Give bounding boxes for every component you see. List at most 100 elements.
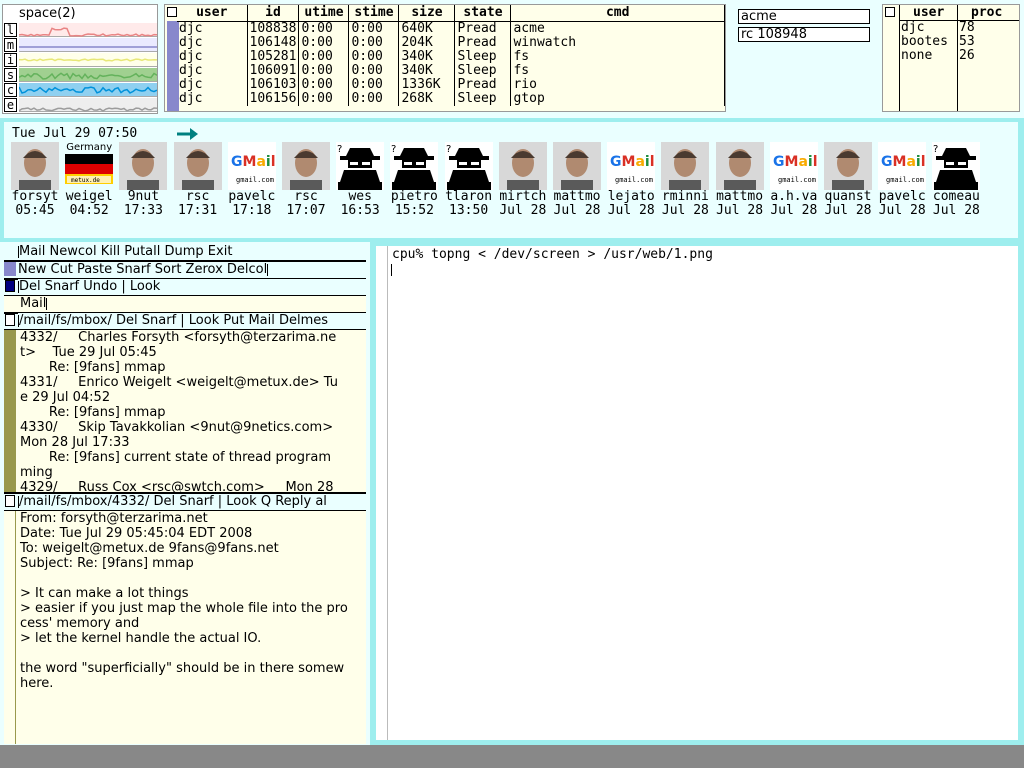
- acme-mbox-tag[interactable]: /mail/fs/mbox/ Del Snarf | Look Put Mail…: [18, 313, 366, 329]
- userproc-scroll-handle[interactable]: [885, 7, 895, 17]
- face-lejato[interactable]: GMail gmail.com lejato Jul 28: [604, 142, 658, 218]
- message-line[interactable]: > It can make a lot things: [20, 586, 348, 601]
- stats-label-s[interactable]: s: [4, 68, 17, 82]
- acme-msg-handle[interactable]: [5, 495, 15, 507]
- acme-win1-tag-text[interactable]: Del Snarf Undo | Look: [19, 279, 160, 294]
- message-line[interactable]: the word "superficially" should be in th…: [20, 661, 348, 676]
- message-line[interactable]: Date: Tue Jul 29 05:45:04 EDT 2008: [20, 526, 348, 541]
- acme-msg-body[interactable]: From: forsyth@terzarima.net Date: Tue Jul…: [4, 511, 366, 744]
- desktop-background: [0, 745, 1024, 768]
- mbox-line[interactable]: 4331/ Enrico Weigelt <weigelt@metux.de> …: [20, 375, 366, 390]
- face-name: rsc: [279, 190, 333, 204]
- ps-cell: 0:00: [349, 78, 399, 92]
- svg-text:metux.de: metux.de: [71, 177, 100, 184]
- svg-text:?: ?: [337, 144, 342, 155]
- message-line[interactable]: [20, 646, 348, 661]
- mbox-line[interactable]: Mon 28 Jul 17:33: [20, 435, 366, 450]
- face-wes[interactable]: ? wes 16:53: [333, 142, 387, 218]
- ps-cell: 340K: [399, 64, 455, 78]
- ps-cell: 204K: [399, 36, 455, 50]
- acme-msg-scrollbar[interactable]: [15, 511, 16, 744]
- acme-mbox-handle[interactable]: [5, 314, 15, 326]
- ps-cell: 106091: [247, 64, 299, 78]
- acme-mbox-tag-text[interactable]: /mail/fs/mbox/ Del Snarf | Look Put Mail…: [19, 313, 328, 328]
- winwatch-item-rc[interactable]: rc 108948: [738, 27, 870, 42]
- message-line[interactable]: [20, 571, 348, 586]
- acme-win1-tag[interactable]: Del Snarf Undo | Look: [18, 279, 366, 295]
- message-line[interactable]: here.: [20, 676, 348, 691]
- message-line[interactable]: > easier if you just map the whole file …: [20, 601, 348, 616]
- acme-main-tag[interactable]: Mail Newcol Kill Putall Dump Exit: [18, 244, 366, 260]
- acme-column-tag-text[interactable]: New Cut Paste Snarf Sort Zerox Delcol: [18, 262, 267, 277]
- acme-win1-handle[interactable]: [5, 280, 15, 292]
- stats-label-e[interactable]: e: [4, 98, 17, 112]
- message-line[interactable]: From: forsyth@terzarima.net: [20, 511, 348, 526]
- face-mattmo[interactable]: mattmo Jul 28: [550, 142, 604, 218]
- face-name: pavelc: [875, 190, 929, 204]
- face-name: wes: [333, 190, 387, 204]
- svg-text:?: ?: [933, 144, 938, 155]
- ps-row[interactable]: djc 106091 0:00 0:00 340K Sleep fs: [177, 64, 725, 78]
- message-line[interactable]: > let the kernel handle the actual IO.: [20, 631, 348, 646]
- face-pietro[interactable]: ? pietro 15:52: [387, 142, 441, 218]
- face-9nut[interactable]: 9nut 17:33: [116, 142, 170, 218]
- ps-scroll-handle[interactable]: [167, 7, 177, 17]
- mbox-line[interactable]: 4332/ Charles Forsyth <forsyth@terzarima…: [20, 330, 366, 345]
- stats-graph: [19, 23, 157, 37]
- face-tlaron[interactable]: ? tlaron 13:50: [442, 142, 496, 218]
- face-comeau[interactable]: ? comeau Jul 28: [929, 142, 983, 218]
- ps-row[interactable]: djc 108838 0:00 0:00 640K Pread acme: [177, 22, 725, 37]
- stats-label-i[interactable]: i: [4, 53, 17, 67]
- message-line[interactable]: cess' memory and: [20, 616, 348, 631]
- ps-row[interactable]: djc 106103 0:00 0:00 1336K Pread rio: [177, 78, 725, 92]
- stats-label-c[interactable]: c: [4, 83, 17, 97]
- stats-label-m[interactable]: m: [4, 38, 17, 52]
- face-rsc[interactable]: rsc 17:31: [171, 142, 225, 218]
- winwatch-item-acme[interactable]: acme: [738, 9, 870, 24]
- userproc-window[interactable]: user proc djc 78 bootes 53 none 26: [882, 4, 1020, 112]
- ps-window[interactable]: user id utime stime size state cmd djc 108838 0:…: [164, 4, 726, 112]
- face-rsc[interactable]: rsc 17:07: [279, 142, 333, 218]
- face-a.h.va[interactable]: GMail gmail.com a.h.va Jul 28: [767, 142, 821, 218]
- message-line[interactable]: Subject: Re: [9fans] mmap: [20, 556, 348, 571]
- face-time: Jul 28: [550, 204, 604, 218]
- mbox-line[interactable]: 4329/ Russ Cox <rsc@swtch.com> Mon 28: [20, 480, 366, 492]
- ps-row[interactable]: djc 106148 0:00 0:00 204K Pread winwatch: [177, 36, 725, 50]
- ps-row[interactable]: djc 105281 0:00 0:00 340K Sleep fs: [177, 50, 725, 64]
- gmail-icon: GMail gmail.com: [878, 142, 926, 190]
- acme-col-handle[interactable]: [4, 262, 16, 276]
- gmail-icon: GMail gmail.com: [607, 142, 655, 190]
- rio-window[interactable]: cpu% topng < /dev/screen > /usr/web/1.pn…: [376, 246, 1018, 740]
- ps-row[interactable]: djc 106156 0:00 0:00 268K Sleep gtop: [177, 92, 725, 106]
- acme-msg-tag[interactable]: /mail/fs/mbox/4332/ Del Snarf | Look Q R…: [18, 494, 366, 510]
- stats-window[interactable]: space(2) lmisce: [2, 4, 158, 114]
- acme-mbox-scrollbar[interactable]: [4, 330, 16, 492]
- mbox-line[interactable]: ming: [20, 465, 366, 480]
- face-pavelc[interactable]: GMail gmail.com pavelc Jul 28: [875, 142, 929, 218]
- face-rminni[interactable]: rminni Jul 28: [658, 142, 712, 218]
- acme-main-tag-text[interactable]: Mail Newcol Kill Putall Dump Exit: [19, 244, 232, 259]
- mbox-line[interactable]: Re: [9fans] current state of thread prog…: [20, 450, 366, 465]
- mbox-line[interactable]: Re: [9fans] mmap: [20, 360, 366, 375]
- message-line[interactable]: To: weigelt@metux.de 9fans@9fans.net: [20, 541, 348, 556]
- face-mirtch[interactable]: mirtch Jul 28: [496, 142, 550, 218]
- acme-column-tag[interactable]: New Cut Paste Snarf Sort Zerox Delcol: [18, 262, 366, 278]
- acme-win1-body[interactable]: Mail: [4, 296, 366, 312]
- face-pavelc[interactable]: GMail gmail.com pavelc 17:18: [225, 142, 279, 218]
- face-weigel[interactable]: Germany metux.de weigel 04:52: [62, 142, 116, 218]
- mbox-line[interactable]: e 29 Jul 04:52: [20, 390, 366, 405]
- face-forsyt[interactable]: forsyt 05:45: [8, 142, 62, 218]
- stats-label-l[interactable]: l: [4, 23, 17, 37]
- face-quanst[interactable]: quanst Jul 28: [821, 142, 875, 218]
- userproc-user: none: [901, 49, 932, 63]
- mbox-line[interactable]: Re: [9fans] mmap: [20, 405, 366, 420]
- mbox-line[interactable]: 4330/ Skip Tavakkolian <9nut@9netics.com…: [20, 420, 366, 435]
- acme-mbox-body[interactable]: 4332/ Charles Forsyth <forsyth@terzarima…: [16, 330, 366, 492]
- mbox-line[interactable]: t> Tue 29 Jul 05:45: [20, 345, 366, 360]
- gmail-icon: GMail gmail.com: [228, 142, 276, 190]
- acme-msg-tag-text[interactable]: /mail/fs/mbox/4332/ Del Snarf | Look Q R…: [19, 494, 327, 509]
- ps-table: user id utime stime size state cmd djc 108838 0:…: [177, 5, 725, 106]
- face-mattmo[interactable]: mattmo Jul 28: [713, 142, 767, 218]
- rio-scrollbar[interactable]: [376, 246, 388, 740]
- ps-cell: 0:00: [299, 50, 349, 64]
